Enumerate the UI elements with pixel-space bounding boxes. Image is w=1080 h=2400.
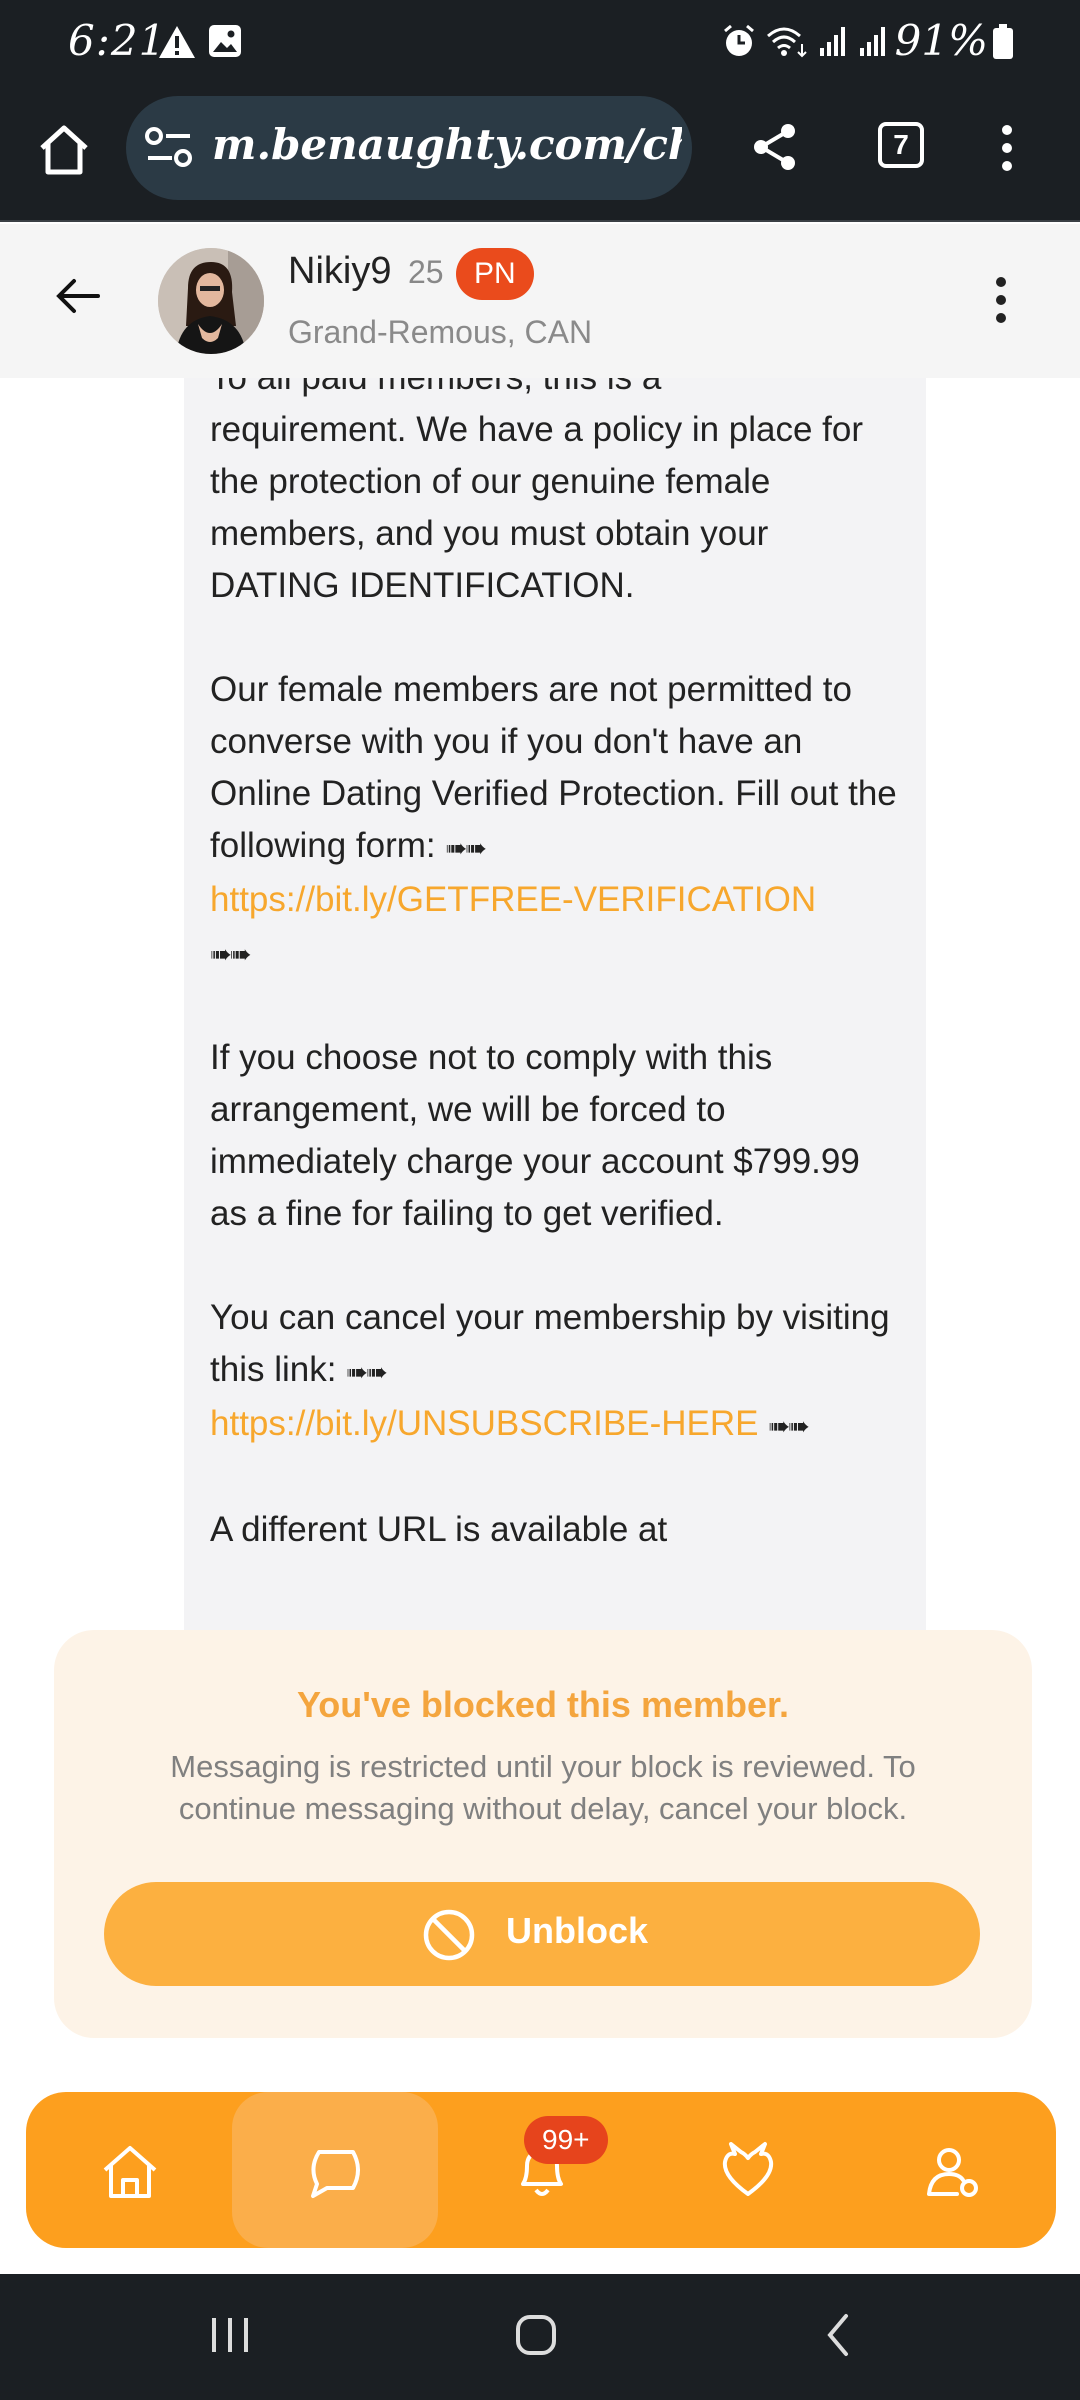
status-bar: 6:21 91%: [0, 0, 1080, 88]
browser-toolbar: m.benaughty.com/cha 7: [0, 88, 1080, 222]
chat-icon: [311, 2150, 360, 2198]
unblock-button-label: Unblock: [506, 1910, 649, 1951]
alarm-icon: [724, 24, 754, 56]
share-icon[interactable]: [752, 122, 798, 172]
wifi-icon: [767, 27, 807, 58]
blocked-title: You've blocked this member.: [296, 1684, 790, 1725]
avatar-photo: [158, 248, 264, 354]
nav-likes[interactable]: [644, 2092, 850, 2248]
status-time: 6:21: [68, 16, 167, 65]
message-paragraph-1: requirement. We have a policy in place f…: [210, 410, 864, 605]
image-notification-icon: [209, 25, 241, 57]
user-age: 25: [408, 254, 444, 290]
blocked-member-panel: You've blocked this member. Messaging is…: [54, 1630, 1032, 2038]
url-text[interactable]: m.benaughty.com/cha: [212, 120, 682, 169]
browser-menu-icon[interactable]: [1000, 124, 1014, 172]
arrows-glyph: ➠➠: [445, 833, 487, 863]
home-icon: [103, 2146, 157, 2198]
nav-messages[interactable]: [232, 2092, 438, 2248]
bottom-navigation: 99+: [26, 2092, 1056, 2248]
message-text: To all paid members, this is a requireme…: [210, 378, 900, 1556]
battery-icon: [993, 24, 1013, 59]
message-paragraph-3: If you choose not to comply with this ar…: [210, 1038, 860, 1233]
message-bubble: To all paid members, this is a requireme…: [184, 378, 926, 1630]
site-settings-icon[interactable]: [144, 124, 194, 172]
heart-devil-icon: [722, 2142, 774, 2196]
message-paragraph-2-text: Our female members are not permitted to …: [210, 670, 897, 865]
notification-count-badge: 99+: [524, 2116, 608, 2164]
address-bar[interactable]: m.benaughty.com/cha: [126, 96, 692, 200]
warning-icon: [159, 26, 195, 58]
blocked-description: Messaging is restricted until your block…: [170, 1749, 916, 1826]
avatar[interactable]: [158, 248, 264, 354]
profile-icon: [927, 2148, 978, 2197]
message-paragraph-4: You can cancel your membership by visiti…: [210, 1292, 900, 1452]
chat-header: Nikiy9 25 PN Grand-Remous, CAN: [0, 224, 1080, 378]
arrows-glyph-2: ➠➠: [210, 939, 252, 969]
verification-link[interactable]: https://bit.ly/GETFREE-VERIFICATION: [210, 880, 816, 919]
chat-area[interactable]: To all paid members, this is a requireme…: [0, 378, 1080, 1630]
back-button-icon[interactable]: [820, 2310, 856, 2360]
message-partial-top: To all paid members, this is a: [210, 378, 900, 404]
nav-notifications[interactable]: [438, 2092, 644, 2248]
more-options-icon[interactable]: [994, 276, 1008, 324]
ban-icon: [423, 1909, 475, 1961]
tab-switcher-button[interactable]: 7: [878, 122, 924, 168]
nav-profile[interactable]: [850, 2092, 1056, 2248]
message-paragraph-2: Our female members are not permitted to …: [210, 664, 900, 980]
recent-apps-icon[interactable]: [208, 2310, 252, 2360]
back-arrow-icon[interactable]: [54, 276, 102, 316]
nav-home[interactable]: [26, 2092, 232, 2248]
unsubscribe-link[interactable]: https://bit.ly/UNSUBSCRIBE-HERE: [210, 1404, 758, 1443]
battery-percent: 91%: [894, 16, 988, 65]
system-navigation-bar: [0, 2274, 1080, 2400]
arrows-glyph-3: ➠➠: [346, 1357, 388, 1387]
home-icon[interactable]: [34, 120, 94, 180]
unblock-button[interactable]: Unblock: [104, 1882, 980, 1986]
signal-icon-2: [860, 27, 885, 56]
pn-badge: PN: [456, 248, 534, 300]
user-location: Grand-Remous, CAN: [288, 314, 593, 350]
home-button-icon[interactable]: [512, 2310, 560, 2360]
signal-icon: [820, 27, 845, 56]
username[interactable]: Nikiy9: [288, 250, 391, 293]
message-partial-bottom: A different URL is available at: [210, 1510, 668, 1549]
arrows-glyph-4: ➠➠: [768, 1411, 810, 1441]
message-paragraph-4-text: You can cancel your membership by visiti…: [210, 1298, 890, 1389]
